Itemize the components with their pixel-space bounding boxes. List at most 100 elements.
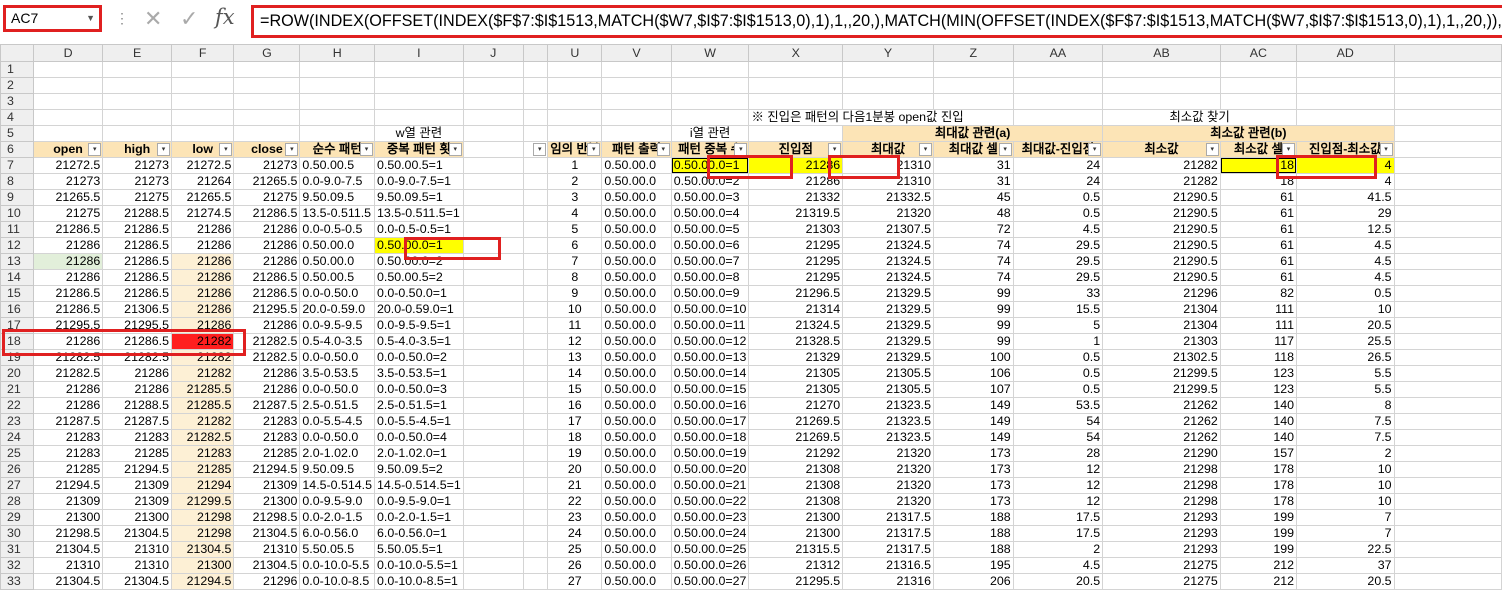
cell[interactable] [1393,509,1502,526]
formula-input[interactable]: =ROW(INDEX(OFFSET(INDEX($F$7:$I$1513,MAT… [251,5,1502,38]
cell-open[interactable]: 21298.5 [32,525,104,542]
cell-close[interactable]: 21286 [233,237,301,254]
cell-high[interactable]: 21309 [102,477,172,494]
cell-high[interactable]: 21310 [102,557,172,574]
cell[interactable] [462,125,524,142]
cell-max-minus-entry[interactable]: 17.5 [1012,509,1104,526]
cell-open[interactable]: 21286 [32,397,104,414]
column-header[interactable]: AB [1102,44,1221,62]
cell-low[interactable]: 21282 [170,333,235,350]
cell-max[interactable]: 21320 [842,461,934,478]
field-header-3[interactable]: close ▾ [233,141,301,158]
cell-dup-pattern[interactable]: 0.5-4.0-3.5=1 [374,333,464,350]
cell[interactable] [547,93,603,110]
cell-pattern-dup-count[interactable]: 0.50.00.0=27 [670,573,750,590]
cell-max-cell[interactable]: 149 [932,429,1014,446]
cell-min[interactable]: 21303 [1102,333,1221,350]
cell-dup-pattern[interactable]: 6.0-0.56.0=1 [374,525,464,542]
cell[interactable] [1393,541,1502,558]
cell-entry[interactable]: 21328.5 [748,333,844,350]
cell-close[interactable]: 21286.5 [233,285,301,302]
cell-dup-pattern[interactable]: 0.50.00.5=2 [374,269,464,286]
cell-close[interactable]: 21310 [233,541,301,558]
cell[interactable] [1393,141,1502,158]
cell-entry[interactable]: 21296.5 [748,285,844,302]
cell-repeat[interactable]: 13 [547,349,603,366]
cell-entry[interactable]: 21314 [748,301,844,318]
cell-min-cell[interactable]: 140 [1219,413,1298,430]
cell-open[interactable]: 21265.5 [32,189,104,206]
cell-low[interactable]: 21264 [170,173,235,190]
filter-dropdown-icon[interactable]: ▾ [533,143,547,156]
cell-max-cell[interactable]: 107 [932,381,1014,398]
cell[interactable] [462,109,524,126]
cell[interactable] [374,93,464,110]
cell-max-cell[interactable]: 99 [932,301,1014,318]
cell[interactable] [374,77,464,94]
row-header[interactable]: 9 [0,189,34,206]
cell-low[interactable]: 21286 [170,317,235,334]
column-header[interactable] [1393,44,1502,62]
cell-high[interactable]: 21310 [102,541,172,558]
cell[interactable] [1393,525,1502,542]
filter-dropdown-icon[interactable]: ▾ [1088,143,1102,156]
filter-dropdown-icon[interactable]: ▾ [285,143,299,156]
cell-dup-pattern[interactable]: 0.0-0.50.0=3 [374,381,464,398]
cell-max-cell[interactable]: 99 [932,333,1014,350]
cell[interactable] [522,269,549,286]
cell-repeat[interactable]: 10 [547,301,603,318]
cell-repeat[interactable]: 8 [547,269,603,286]
cell-max-minus-entry[interactable]: 4.5 [1012,221,1104,238]
cell[interactable] [462,557,524,574]
cell[interactable] [1393,93,1502,110]
field-header-15[interactable]: 최소값 ▾ [1102,141,1221,158]
cell[interactable] [299,93,375,110]
cell-entry-minus-min[interactable]: 10 [1296,493,1395,510]
row-header[interactable]: 19 [0,349,34,366]
column-header[interactable]: U [547,44,603,62]
cell-close[interactable]: 21295.5 [233,301,301,318]
column-header[interactable]: J [462,44,524,62]
row-header[interactable]: 20 [0,365,34,382]
column-header[interactable]: D [32,44,104,62]
cell-max[interactable]: 21305.5 [842,365,934,382]
cell[interactable] [748,93,844,110]
cell-pattern-out[interactable]: 0.50.00.0 [601,541,672,558]
cell-pattern-dup-count[interactable]: 0.50.00.0=16 [670,397,750,414]
cell[interactable] [462,333,524,350]
cell-dup-pattern[interactable]: 2.0-1.02.0=1 [374,445,464,462]
cell-pattern-out[interactable]: 0.50.00.0 [601,429,672,446]
cell-entry[interactable]: 21292 [748,445,844,462]
cell-repeat[interactable]: 17 [547,413,603,430]
cell-open[interactable]: 21295.5 [32,317,104,334]
row-header[interactable]: 18 [0,333,34,350]
cell[interactable] [522,109,549,126]
cell-pure-pattern[interactable]: 2.0-1.02.0 [299,445,375,462]
cell-pure-pattern[interactable]: 0.0-2.0-1.5 [299,509,375,526]
cell-max-cell[interactable]: 100 [932,349,1014,366]
row-header[interactable]: 22 [0,397,34,414]
cell[interactable] [1012,109,1104,126]
field-header-13[interactable]: 최대값 셀 ▾ [932,141,1014,158]
cell-low[interactable]: 21286 [170,253,235,270]
cell-pattern-dup-count[interactable]: 0.50.00.0=12 [670,333,750,350]
cell[interactable] [1296,109,1395,126]
cell-pattern-dup-count[interactable]: 0.50.00.0=15 [670,381,750,398]
filter-dropdown-icon[interactable]: ▾ [360,143,373,156]
cell-pattern-out[interactable]: 0.50.00.0 [601,525,672,542]
column-header[interactable]: E [102,44,172,62]
cell-repeat[interactable]: 15 [547,381,603,398]
cell[interactable] [462,541,524,558]
cell-max[interactable]: 21320 [842,445,934,462]
cell-entry-minus-min[interactable]: 25.5 [1296,333,1395,350]
cell[interactable] [522,509,549,526]
cell-entry-minus-min[interactable]: 26.5 [1296,349,1395,366]
cell-max-minus-entry[interactable]: 20.5 [1012,573,1104,590]
cell-pattern-dup-count[interactable]: 0.50.00.0=26 [670,557,750,574]
cell-close[interactable]: 21273 [233,157,301,174]
cell[interactable] [1102,77,1221,94]
cell-open[interactable]: 21283 [32,445,104,462]
cell-pattern-dup-count[interactable]: 0.50.00.0=20 [670,461,750,478]
cell-min[interactable]: 21262 [1102,429,1221,446]
cell-max[interactable]: 21323.5 [842,429,934,446]
